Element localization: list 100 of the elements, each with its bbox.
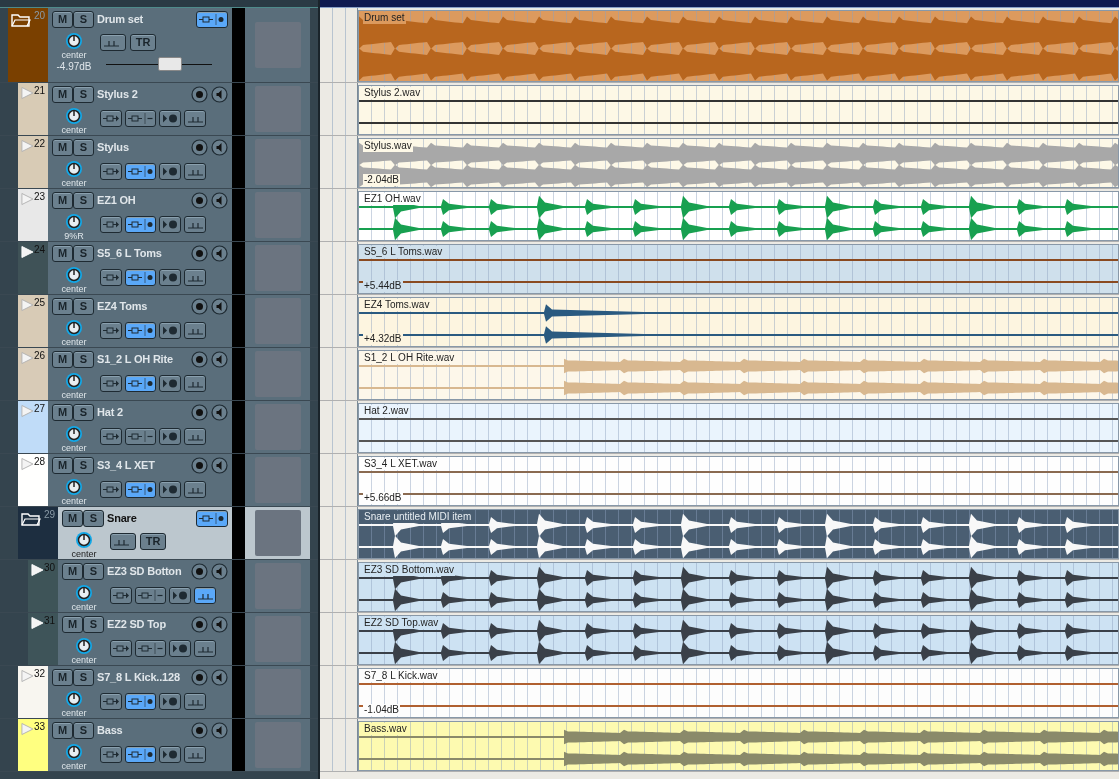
envelope-button[interactable]: [110, 533, 136, 550]
mute-button[interactable]: M: [52, 351, 73, 368]
monitor-button[interactable]: [125, 216, 156, 233]
envelope-button[interactable]: [184, 746, 206, 763]
record-arm-button[interactable]: [191, 563, 208, 580]
record-arm-button[interactable]: [191, 616, 208, 633]
mute-button[interactable]: M: [52, 298, 73, 315]
input-button[interactable]: [100, 481, 122, 498]
timeline-ruler[interactable]: [320, 0, 1119, 8]
track-control-panel[interactable]: M S EZ1 OH 9%R: [48, 189, 232, 241]
mute-button[interactable]: M: [62, 510, 83, 527]
envelope-button[interactable]: [184, 269, 206, 286]
record-arm-button[interactable]: [191, 457, 208, 474]
mute-button[interactable]: M: [52, 669, 73, 686]
fader-thumb[interactable]: [157, 57, 182, 71]
pan-knob[interactable]: [65, 690, 83, 708]
fx-button[interactable]: [159, 110, 181, 127]
monitor-button[interactable]: [125, 693, 156, 710]
record-arm-button[interactable]: [191, 139, 208, 156]
input-button[interactable]: [100, 428, 122, 445]
mute-button[interactable]: M: [52, 404, 73, 421]
record-arm-button[interactable]: [191, 722, 208, 739]
envelope-button[interactable]: [100, 34, 126, 51]
envelope-button[interactable]: [184, 693, 206, 710]
fx-button[interactable]: [159, 163, 181, 180]
volume-fader[interactable]: [106, 57, 212, 71]
pan-knob[interactable]: [65, 319, 83, 337]
envelope-button[interactable]: [184, 216, 206, 233]
fx-button[interactable]: [159, 216, 181, 233]
pan-knob[interactable]: [75, 637, 93, 655]
pan-knob[interactable]: [65, 478, 83, 496]
pan-knob[interactable]: [65, 266, 83, 284]
media-item[interactable]: Snare untitled MIDI item: [358, 509, 1119, 559]
solo-button[interactable]: S: [73, 86, 94, 103]
fx-button[interactable]: [159, 428, 181, 445]
media-item[interactable]: S1_2 L OH Rite.wav: [358, 350, 1119, 400]
pan-knob[interactable]: [65, 107, 83, 125]
record-arm-button[interactable]: [191, 351, 208, 368]
track-control-panel[interactable]: M S Bass center: [48, 719, 232, 771]
monitor-button[interactable]: [196, 11, 228, 28]
monitor-button[interactable]: [135, 587, 166, 604]
solo-button[interactable]: S: [73, 722, 94, 739]
record-arm-button[interactable]: [191, 86, 208, 103]
record-arm-button[interactable]: [191, 298, 208, 315]
speaker-button[interactable]: [211, 457, 228, 474]
track-control-panel[interactable]: M S S3_4 L XET center: [48, 454, 232, 506]
envelope-button[interactable]: [184, 322, 206, 339]
pan-knob[interactable]: [65, 425, 83, 443]
media-item[interactable]: Bass.wav: [358, 721, 1119, 771]
speaker-button[interactable]: [211, 351, 228, 368]
solo-button[interactable]: S: [73, 457, 94, 474]
input-button[interactable]: [100, 693, 122, 710]
solo-button[interactable]: S: [73, 139, 94, 156]
monitor-button[interactable]: [196, 510, 228, 527]
speaker-button[interactable]: [211, 669, 228, 686]
fx-button[interactable]: [159, 746, 181, 763]
media-item[interactable]: Stylus 2.wav: [358, 85, 1119, 135]
media-item[interactable]: Stylus.wav -2.04dB: [358, 138, 1119, 188]
media-item[interactable]: EZ3 SD Bottom.wav: [358, 562, 1119, 612]
track-control-panel[interactable]: M S Snare center TR: [58, 507, 232, 559]
track-control-panel[interactable]: M S S5_6 L Toms center: [48, 242, 232, 294]
monitor-button[interactable]: [125, 746, 156, 763]
media-item[interactable]: EZ2 SD Top.wav: [358, 615, 1119, 665]
monitor-button[interactable]: [125, 163, 156, 180]
speaker-button[interactable]: [211, 616, 228, 633]
solo-button[interactable]: S: [73, 11, 94, 28]
solo-button[interactable]: S: [73, 245, 94, 262]
fx-button[interactable]: [159, 693, 181, 710]
input-button[interactable]: [100, 746, 122, 763]
input-button[interactable]: [110, 640, 132, 657]
media-item[interactable]: S5_6 L Toms.wav +5.44dB: [358, 244, 1119, 294]
speaker-button[interactable]: [211, 245, 228, 262]
solo-button[interactable]: S: [73, 298, 94, 315]
envelope-button[interactable]: [184, 110, 206, 127]
input-button[interactable]: [100, 375, 122, 392]
record-arm-button[interactable]: [191, 192, 208, 209]
solo-button[interactable]: S: [73, 404, 94, 421]
track-control-panel[interactable]: M S EZ3 SD Botton center: [58, 560, 232, 612]
envelope-button[interactable]: [184, 428, 206, 445]
pan-knob[interactable]: [75, 531, 93, 549]
media-item[interactable]: Hat 2.wav: [358, 403, 1119, 453]
media-item[interactable]: S7_8 L Kick.wav -1.04dB: [358, 668, 1119, 718]
mute-button[interactable]: M: [52, 457, 73, 474]
speaker-button[interactable]: [211, 404, 228, 421]
mute-button[interactable]: M: [52, 139, 73, 156]
track-control-panel[interactable]: M S EZ4 Toms center: [48, 295, 232, 347]
track-control-panel[interactable]: M S Hat 2 center: [48, 401, 232, 453]
record-arm-button[interactable]: [191, 404, 208, 421]
input-button[interactable]: [100, 216, 122, 233]
envelope-button[interactable]: [194, 640, 216, 657]
fx-button[interactable]: [159, 269, 181, 286]
solo-button[interactable]: S: [73, 351, 94, 368]
monitor-button[interactable]: [135, 640, 166, 657]
monitor-button[interactable]: [125, 322, 156, 339]
solo-button[interactable]: S: [83, 563, 104, 580]
trim-button[interactable]: TR: [130, 34, 156, 51]
monitor-button[interactable]: [125, 428, 156, 445]
monitor-button[interactable]: [125, 481, 156, 498]
folder-icon[interactable]: [21, 510, 41, 526]
fx-button[interactable]: [159, 375, 181, 392]
